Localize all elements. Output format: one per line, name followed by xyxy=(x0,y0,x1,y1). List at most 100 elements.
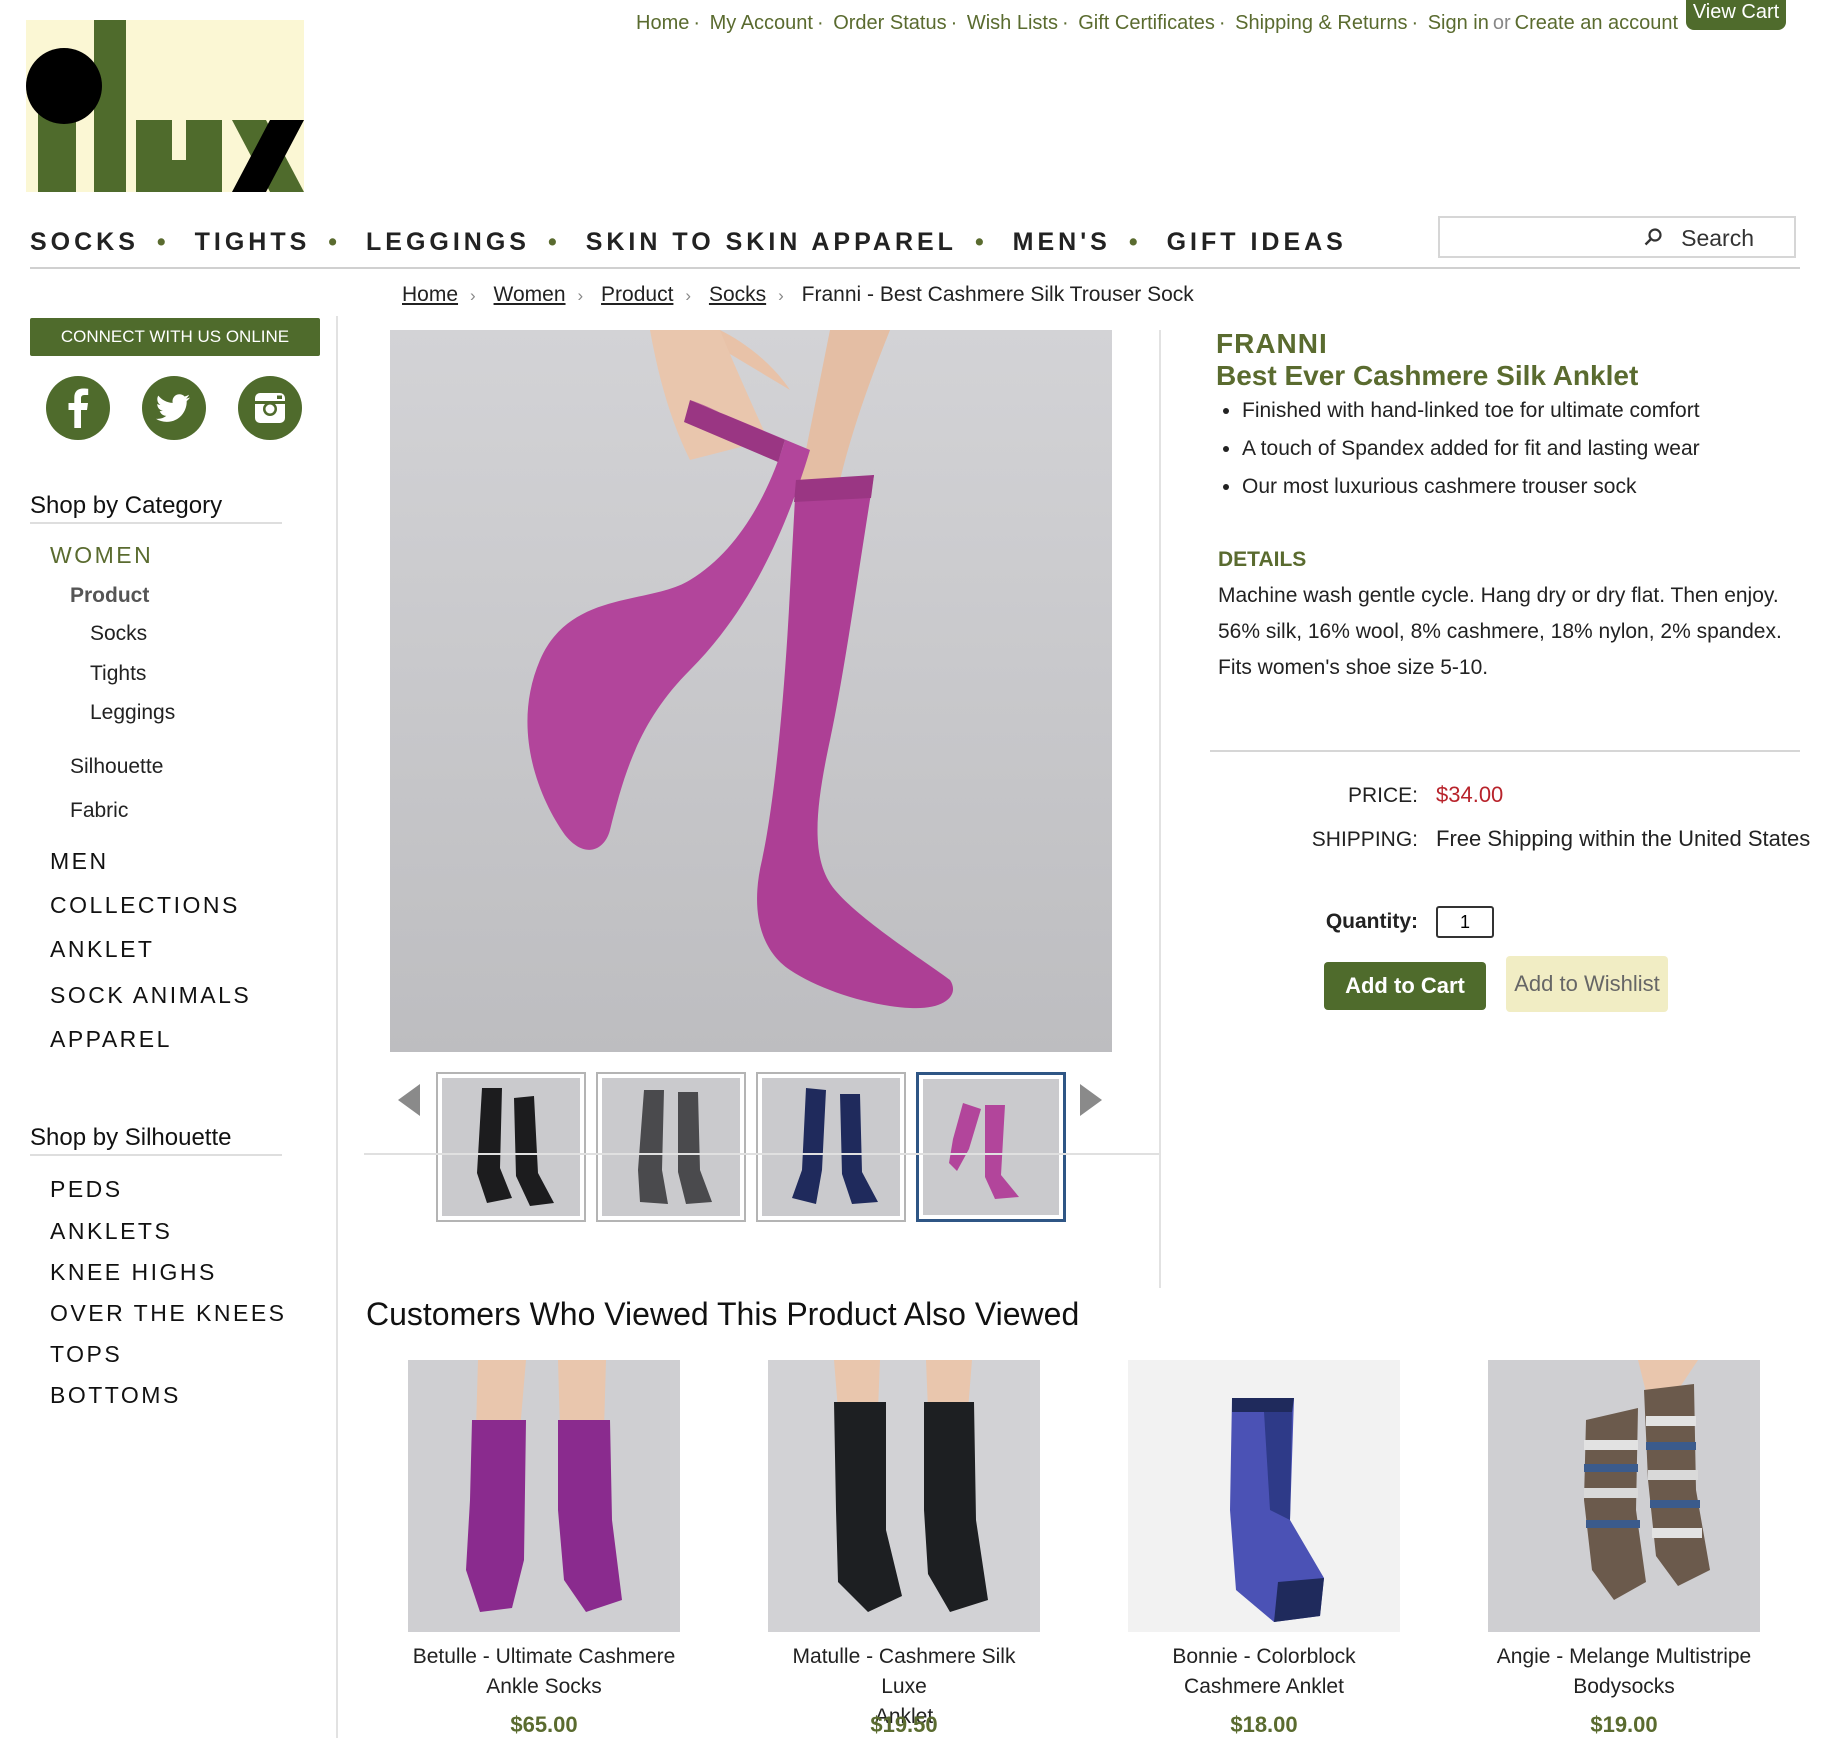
related-sock xyxy=(466,1420,526,1612)
product-thumbnail[interactable] xyxy=(756,1072,906,1222)
util-link-my-account[interactable]: My Account xyxy=(710,12,813,34)
util-separator: · xyxy=(693,12,701,34)
gallery-divider xyxy=(364,1153,1160,1155)
product-brand: FRANNI xyxy=(1216,328,1328,359)
related-product-card[interactable]: Bonnie - Colorblock Cashmere Anklet $18.… xyxy=(1128,1360,1400,1738)
search-input[interactable]: Search xyxy=(1438,216,1796,258)
related-product-image[interactable] xyxy=(768,1360,1040,1632)
view-cart-button[interactable]: View Cart xyxy=(1686,0,1786,30)
chevron-right-icon: › xyxy=(577,286,584,305)
related-heading: Customers Who Viewed This Product Also V… xyxy=(366,1296,1080,1332)
twitter-icon[interactable] xyxy=(142,376,206,440)
utility-nav: Home · My Account · Order Status · Wish Lis… xyxy=(636,12,1678,35)
related-product-image[interactable] xyxy=(1128,1360,1400,1632)
category-silhouette[interactable]: Silhouette xyxy=(70,755,163,779)
search-label: Search xyxy=(1681,225,1754,251)
product-thumbnail[interactable] xyxy=(436,1072,586,1222)
category-socks[interactable]: Socks xyxy=(90,622,147,646)
breadcrumb-product[interactable]: Product xyxy=(601,283,673,306)
chevron-right-icon: › xyxy=(685,286,692,305)
nav-tights[interactable]: TIGHTS xyxy=(195,228,311,256)
util-link-order-status[interactable]: Order Status xyxy=(833,12,946,34)
silhouette-tops[interactable]: TOPS xyxy=(50,1341,122,1368)
price-label: PRICE: xyxy=(1347,784,1418,807)
feature-item: Our most luxurious cashmere trouser sock xyxy=(1242,474,1700,500)
related-title-line: Betulle - Ultimate Cashmere xyxy=(412,1645,676,1668)
category-tights[interactable]: Tights xyxy=(90,662,146,686)
thumb-sock xyxy=(985,1105,1019,1199)
related-title-line: Cashmere Anklet xyxy=(1184,1675,1344,1698)
category-women[interactable]: WOMEN xyxy=(50,542,153,569)
thumb-sock xyxy=(949,1103,981,1171)
category-product[interactable]: Product xyxy=(70,584,149,608)
nav-socks[interactable]: SOCKS xyxy=(30,228,139,256)
silhouette-bottoms[interactable]: BOTTOMS xyxy=(50,1382,181,1409)
util-link-home[interactable]: Home xyxy=(636,12,689,34)
category-men[interactable]: MEN xyxy=(50,848,109,875)
product-thumbnail[interactable] xyxy=(596,1072,746,1222)
category-apparel[interactable]: APPAREL xyxy=(50,1026,172,1053)
category-fabric[interactable]: Fabric xyxy=(70,799,128,823)
shipping-label: SHIPPING: xyxy=(1311,828,1418,851)
util-separator: · xyxy=(816,12,824,34)
related-product-price: $18.00 xyxy=(1230,1712,1298,1737)
connect-with-us-banner: CONNECT WITH US ONLINE xyxy=(30,318,320,356)
related-product-card[interactable]: Matulle - Cashmere Silk Luxe Anklet $19.… xyxy=(768,1360,1040,1738)
nav-divider xyxy=(30,267,1800,269)
heading-divider xyxy=(30,522,282,524)
silhouette-knee-highs[interactable]: KNEE HIGHS xyxy=(50,1259,217,1286)
nav-leggings[interactable]: LEGGINGS xyxy=(366,228,530,256)
related-title-line: Bonnie - Colorblock xyxy=(1172,1645,1356,1668)
util-link-shipping-returns[interactable]: Shipping & Returns xyxy=(1235,12,1407,34)
related-product-image[interactable] xyxy=(1488,1360,1760,1632)
search-icon xyxy=(1644,228,1662,246)
breadcrumb-home[interactable]: Home xyxy=(402,283,458,306)
related-product-title[interactable]: Bonnie - Colorblock Cashmere Anklet xyxy=(1128,1642,1400,1702)
product-main-image[interactable] xyxy=(390,330,1112,1052)
related-product-card[interactable]: Betulle - Ultimate Cashmere Ankle Socks … xyxy=(408,1360,680,1738)
related-product-title[interactable]: Betulle - Ultimate Cashmere Ankle Socks xyxy=(408,1642,680,1702)
chevron-right-icon: › xyxy=(470,286,476,305)
util-link-wish-lists[interactable]: Wish Lists xyxy=(967,12,1058,34)
category-anklet[interactable]: ANKLET xyxy=(50,936,154,963)
gallery-prev-arrow[interactable] xyxy=(396,1082,422,1118)
facebook-icon[interactable] xyxy=(46,376,110,440)
product-thumbnail-active[interactable] xyxy=(916,1072,1066,1222)
related-product-card[interactable]: Angie - Melange Multistripe Bodysocks $1… xyxy=(1488,1360,1760,1738)
add-to-cart-button[interactable]: Add to Cart xyxy=(1324,962,1486,1010)
thumb-sock xyxy=(678,1092,712,1204)
breadcrumb-socks[interactable]: Socks xyxy=(709,283,766,306)
util-link-create-account[interactable]: Create an account xyxy=(1515,12,1678,34)
site-logo[interactable] xyxy=(26,20,304,192)
gallery-next-arrow[interactable] xyxy=(1078,1082,1104,1118)
thumb-sock xyxy=(792,1088,826,1204)
sidebar-divider xyxy=(336,316,338,1738)
nav-dot: • xyxy=(974,228,984,256)
related-product-price: $65.00 xyxy=(510,1712,578,1737)
silhouette-over-the-knees[interactable]: OVER THE KNEES xyxy=(50,1300,287,1327)
util-separator: · xyxy=(950,12,958,34)
details-text: Fits women's shoe size 5-10. xyxy=(1218,656,1489,679)
related-product-title[interactable]: Matulle - Cashmere Silk Luxe Anklet xyxy=(768,1642,1040,1728)
related-title-line: Matulle - Cashmere Silk Luxe xyxy=(792,1645,1016,1698)
nav-gift-ideas[interactable]: GIFT IDEAS xyxy=(1167,228,1347,256)
category-leggings[interactable]: Leggings xyxy=(90,701,175,725)
nav-mens[interactable]: MEN'S xyxy=(1013,228,1111,256)
instagram-icon[interactable] xyxy=(238,376,302,440)
util-link-sign-in[interactable]: Sign in xyxy=(1428,12,1489,34)
category-collections[interactable]: COLLECTIONS xyxy=(50,892,240,919)
util-separator: · xyxy=(1061,12,1069,34)
add-to-wishlist-button[interactable]: Add to Wishlist xyxy=(1506,956,1668,1012)
util-link-gift-certificates[interactable]: Gift Certificates xyxy=(1078,12,1215,34)
quantity-input[interactable] xyxy=(1436,906,1494,938)
category-sock-animals[interactable]: SOCK ANIMALS xyxy=(50,982,251,1009)
details-text: 56% silk, 16% wool, 8% cashmere, 18% nyl… xyxy=(1218,620,1782,643)
related-product-image[interactable] xyxy=(408,1360,680,1632)
nav-skin-to-skin-apparel[interactable]: SKIN TO SKIN APPAREL xyxy=(586,228,957,256)
related-product-title[interactable]: Angie - Melange Multistripe Bodysocks xyxy=(1488,1642,1760,1702)
silhouette-peds[interactable]: PEDS xyxy=(50,1176,123,1203)
silhouette-anklets[interactable]: ANKLETS xyxy=(50,1218,172,1245)
breadcrumb-women[interactable]: Women xyxy=(494,283,566,306)
util-separator: · xyxy=(1218,12,1226,34)
thumb-sock xyxy=(514,1096,554,1206)
